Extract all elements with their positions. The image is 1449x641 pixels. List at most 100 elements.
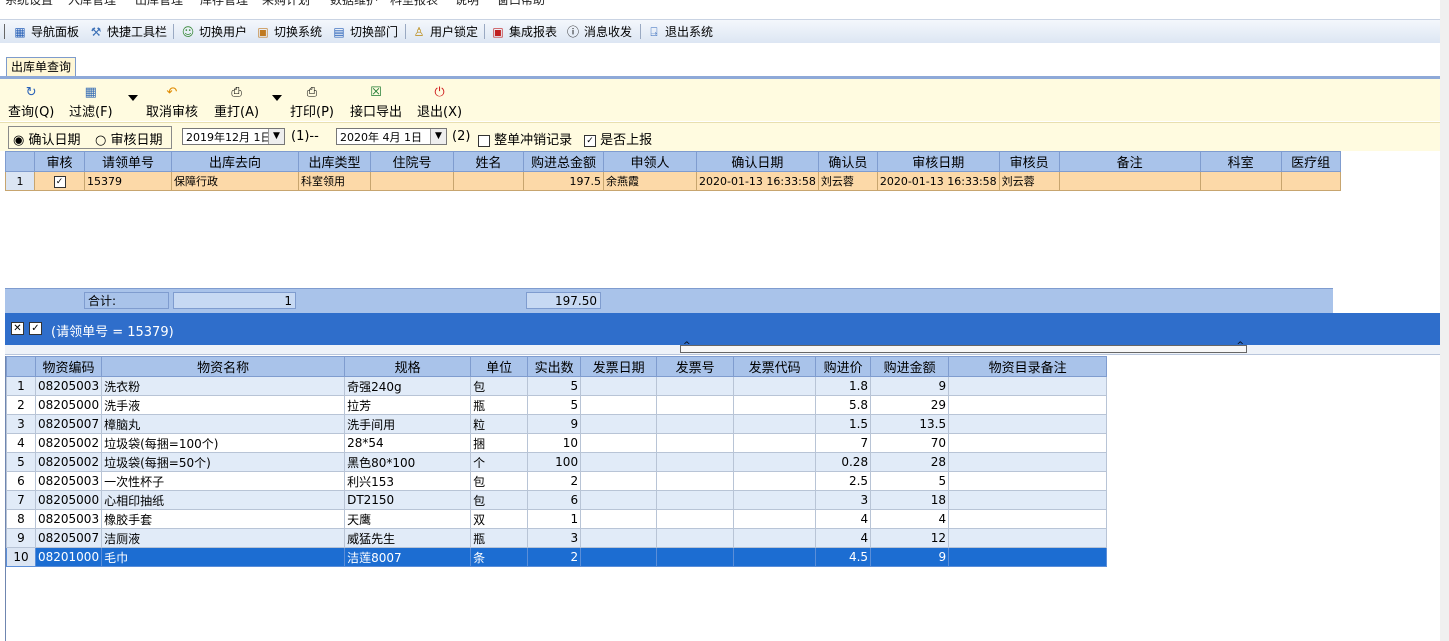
cell-unit[interactable]: 条 (470, 547, 529, 567)
cell-empty[interactable] (656, 509, 735, 529)
cell-code[interactable]: 08205007 (34, 414, 103, 434)
switch-user-button[interactable]: ☺ 切换用户 (180, 23, 247, 40)
cell-amount[interactable]: 4 (870, 509, 950, 529)
grid2-header-0[interactable] (6, 356, 36, 377)
cell-name[interactable]: 洗衣粉 (101, 376, 346, 396)
cell-spec[interactable]: 黑色80*100 (344, 452, 472, 472)
export-button[interactable]: ☒ 接口导出 (350, 85, 402, 120)
cell-qty[interactable]: 2 (527, 471, 582, 491)
cell-code[interactable]: 08205002 (34, 452, 103, 472)
cell-price[interactable]: 5.8 (815, 395, 872, 415)
cell-empty[interactable] (733, 395, 817, 415)
cell-price[interactable]: 2.5 (815, 471, 872, 491)
exit-system-button[interactable]: ⍈ 退出系统 (646, 23, 713, 40)
menu-item[interactable]: 科室报表 (390, 0, 438, 12)
cell-name[interactable]: 樟脑丸 (101, 414, 346, 434)
cell-empty[interactable] (948, 376, 1108, 396)
cell-empty[interactable] (733, 509, 817, 529)
audit-checkbox-cell[interactable]: ✓ (34, 171, 85, 191)
reprint-button[interactable]: ⎙ 重打(A) (214, 85, 259, 120)
grid2-header-3[interactable]: 规格 (344, 356, 472, 377)
cell-price[interactable]: 0.28 (815, 452, 872, 472)
grid1-header-4[interactable]: 出库类型 (298, 151, 371, 172)
cell-amount[interactable]: 12 (870, 528, 950, 548)
table-row[interactable]: 1 08205003 洗衣粉 奇强240g 包 5 1.8 9 (6, 376, 1108, 396)
cell-qty[interactable]: 5 (527, 376, 582, 396)
integrated-report-button[interactable]: ▣ 集成报表 (490, 23, 557, 40)
cell-empty[interactable] (948, 395, 1108, 415)
grid1-header-7[interactable]: 购进总金额 (523, 151, 604, 172)
menu-item[interactable]: 系统设置 (5, 0, 53, 12)
cell-empty[interactable] (656, 528, 735, 548)
cell-confirm-date[interactable]: 2020-01-13 16:33:58 (696, 171, 819, 191)
cell-empty[interactable] (948, 547, 1108, 567)
radio-confirm-date[interactable]: ◉ 确认日期 (13, 129, 81, 148)
cell-empty[interactable] (580, 528, 658, 548)
cell-qty[interactable]: 6 (527, 490, 582, 510)
cell-name[interactable]: 毛巾 (101, 547, 346, 567)
table-row[interactable]: 1 ✓ 15379 保障行政 科室领用 197.5 余燕霞 2020-01-13… (5, 171, 1341, 191)
grid1-header-10[interactable]: 确认员 (817, 151, 878, 172)
cell-audit-date[interactable]: 2020-01-13 16:33:58 (876, 171, 1000, 191)
cell-name[interactable]: 垃圾袋(每捆=50个) (101, 452, 346, 472)
cell-unit[interactable]: 捆 (470, 433, 529, 453)
whole-writeoff-checkbox[interactable]: 整单冲销记录 (478, 129, 572, 148)
pane-splitter[interactable]: ^ ^ (5, 341, 1440, 355)
clear-filter-icon[interactable]: ✕ (11, 322, 24, 335)
cell-auditor[interactable]: 刘云蓉 (998, 171, 1060, 191)
cell-unit[interactable]: 粒 (470, 414, 529, 434)
cell-amount[interactable]: 18 (870, 490, 950, 510)
cell-empty[interactable] (656, 547, 735, 567)
grid1-header-12[interactable]: 审核员 (998, 151, 1060, 172)
cell-empty[interactable] (656, 414, 735, 434)
cell-empty[interactable] (733, 528, 817, 548)
query-button[interactable]: ↻ 查询(Q) (8, 85, 54, 120)
filter-button[interactable]: ▦ 过滤(F) (69, 85, 113, 120)
cell-qty[interactable]: 9 (527, 414, 582, 434)
chevron-down-icon[interactable]: ▼ (268, 129, 284, 144)
menu-item[interactable]: 入库管理 (68, 0, 116, 12)
grid2-header-1[interactable]: 物资编码 (34, 356, 103, 377)
filter-dropdown-caret[interactable] (128, 95, 138, 101)
cell-code[interactable]: 08205002 (34, 433, 103, 453)
cell-total[interactable]: 197.5 (523, 171, 604, 191)
menu-item[interactable]: 窗口帮助 (497, 0, 545, 12)
message-button[interactable]: ⓘ 消息收发 (565, 23, 632, 40)
cell-empty[interactable] (656, 376, 735, 396)
grid1-header-0[interactable] (5, 151, 35, 172)
menu-item[interactable]: 数据维护 (330, 0, 378, 12)
chevron-down-icon[interactable]: ▼ (430, 129, 446, 144)
cell-code[interactable]: 08205007 (34, 528, 103, 548)
cell-code[interactable]: 08205003 (34, 509, 103, 529)
cell-spec[interactable]: 奇强240g (344, 376, 472, 396)
menu-item[interactable]: 出库管理 (135, 0, 183, 12)
reprint-dropdown-caret[interactable] (272, 95, 282, 101)
radio-audit-date[interactable]: ○ 审核日期 (95, 129, 163, 148)
cell-qty[interactable]: 5 (527, 395, 582, 415)
cell-qty[interactable]: 1 (527, 509, 582, 529)
cell-empty[interactable] (733, 433, 817, 453)
user-lock-button[interactable]: ♙ 用户锁定 (411, 23, 478, 40)
table-row[interactable]: 8 08205003 橡胶手套 天鹰双 1 4 4 (6, 509, 1108, 529)
cell-empty[interactable] (948, 528, 1108, 548)
table-row[interactable]: 9 08205007 洁厕液 威猛先生瓶 3 4 12 (6, 528, 1108, 548)
cell-price[interactable]: 4 (815, 528, 872, 548)
cell-empty[interactable] (948, 509, 1108, 529)
quick-toolbar-button[interactable]: ⚒ 快捷工具栏 (88, 23, 167, 40)
cell-empty[interactable] (580, 376, 658, 396)
cell-empty[interactable] (948, 452, 1108, 472)
cell-empty[interactable] (733, 547, 817, 567)
switch-department-button[interactable]: ▤ 切换部门 (331, 23, 398, 40)
grid2-header-4[interactable]: 单位 (470, 356, 529, 377)
chevron-up-icon[interactable]: ^ (683, 341, 691, 351)
cell-price[interactable]: 1.8 (815, 376, 872, 396)
switch-system-button[interactable]: ▣ 切换系统 (255, 23, 322, 40)
cell-amount[interactable]: 28 (870, 452, 950, 472)
cell-name[interactable]: 橡胶手套 (101, 509, 346, 529)
grid1-header-13[interactable]: 备注 (1058, 151, 1201, 172)
cell-empty[interactable] (580, 547, 658, 567)
cell-empty[interactable] (656, 490, 735, 510)
cell-price[interactable]: 4.5 (815, 547, 872, 567)
date-from-picker[interactable]: 2019年12月 1日 ▼ (182, 128, 285, 145)
cell-spec[interactable]: 天鹰 (344, 509, 472, 529)
